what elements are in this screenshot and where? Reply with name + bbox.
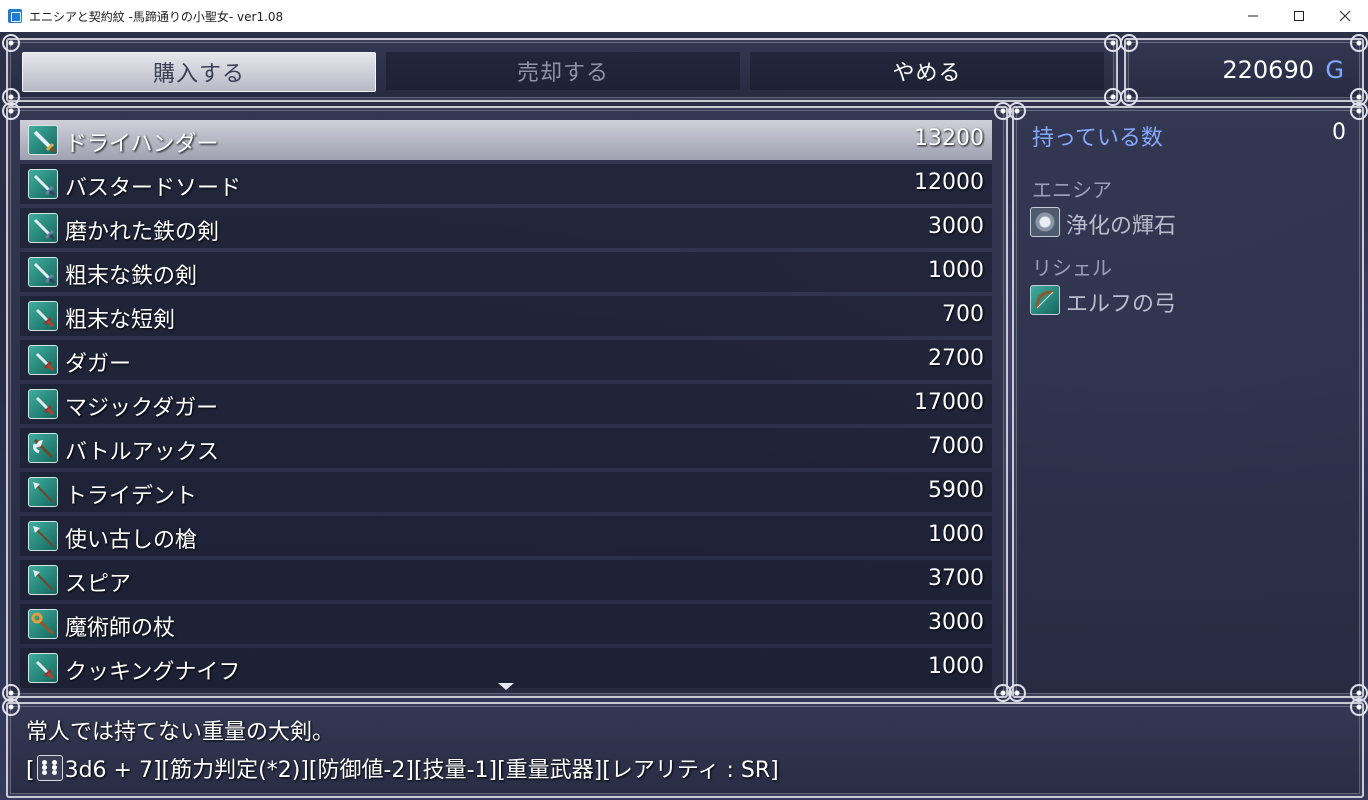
shop-item-row[interactable]: 磨かれた鉄の剣 3000 xyxy=(20,208,992,248)
close-button[interactable] xyxy=(1322,0,1368,32)
item-name: スピア xyxy=(65,572,132,597)
item-price: 1000 xyxy=(928,654,984,679)
item-name: 磨かれた鉄の剣 xyxy=(65,220,220,245)
game-screen: 購入する 売却する やめる 220690 G ドライハンダー 13200 バスタード… xyxy=(0,32,1368,800)
item-name: 粗末な短剣 xyxy=(65,308,176,333)
item-stats: [3d6 + 7][筋力判定(*2)][防御値-2][技量-1][重量武器][レ… xyxy=(26,752,779,784)
item-name: ダガー xyxy=(65,352,132,377)
character-name: リシェル xyxy=(1032,256,1112,280)
dagger-icon xyxy=(28,345,58,375)
item-name: 粗末な鉄の剣 xyxy=(65,264,198,289)
owned-count-value: 0 xyxy=(1332,120,1346,145)
item-price: 3700 xyxy=(928,566,984,591)
gold-amount: 220690 xyxy=(1222,56,1314,84)
shop-command-window: 購入する 売却する やめる xyxy=(2,34,1122,106)
spear-icon xyxy=(28,565,58,595)
frame-ornament xyxy=(1008,684,1026,702)
help-window: 常人では持てない重量の大剣。 [3d6 + 7][筋力判定(*2)][防御値-2… xyxy=(2,698,1368,798)
frame-ornament xyxy=(2,102,20,120)
item-price: 5900 xyxy=(928,478,984,503)
item-price: 3000 xyxy=(928,214,984,239)
item-price: 17000 xyxy=(914,390,984,415)
title-bar: エニシアと契約紋 -馬蹄通りの小聖女- ver1.08 xyxy=(0,0,1368,33)
shop-item-row[interactable]: 粗末な短剣 700 xyxy=(20,296,992,336)
item-price: 7000 xyxy=(928,434,984,459)
item-price: 2700 xyxy=(928,346,984,371)
maximize-button[interactable] xyxy=(1276,0,1322,32)
sell-button[interactable]: 売却する xyxy=(386,52,740,90)
frame-ornament xyxy=(1350,34,1368,52)
gold-unit: G xyxy=(1325,56,1344,84)
item-price: 12000 xyxy=(914,170,984,195)
status-window: 持っている数 0 エニシア 浄化の輝石 リシェル エルフの弓 xyxy=(1008,102,1368,702)
spear-icon xyxy=(28,477,58,507)
item-price: 1000 xyxy=(928,522,984,547)
item-list-window: ドライハンダー 13200 バスタードソード 12000 磨かれた鉄の剣 3000 粗末な鉄… xyxy=(2,102,1012,702)
item-price: 13200 xyxy=(914,126,984,151)
dagger-icon xyxy=(28,653,58,683)
item-name: クッキングナイフ xyxy=(65,660,241,685)
dagger-icon xyxy=(28,389,58,419)
minimize-button[interactable] xyxy=(1230,0,1276,32)
item-name: マジックダガー xyxy=(65,396,219,421)
dagger-icon xyxy=(28,301,58,331)
sword-icon xyxy=(28,257,58,287)
equipment-name: エルフの弓 xyxy=(1066,292,1177,317)
frame-ornament xyxy=(1008,102,1026,120)
shop-item-row[interactable]: 粗末な鉄の剣 1000 xyxy=(20,252,992,292)
frame-ornament xyxy=(2,34,20,52)
cancel-button[interactable]: やめる xyxy=(750,52,1104,90)
gem-icon xyxy=(1030,207,1060,237)
item-price: 1000 xyxy=(928,258,984,283)
item-name: バトルアックス xyxy=(65,440,220,465)
frame-ornament xyxy=(1120,88,1138,106)
character-name: エニシア xyxy=(1032,178,1112,202)
shop-item-row[interactable]: ダガー 2700 xyxy=(20,340,992,380)
frame-ornament xyxy=(1350,698,1368,716)
equipment-name: 浄化の輝石 xyxy=(1066,214,1177,239)
dice-icon xyxy=(36,755,63,781)
app-icon xyxy=(8,9,22,23)
axe-icon xyxy=(28,433,58,463)
shop-item-row[interactable]: 使い古しの槍 1000 xyxy=(20,516,992,556)
greatsword-icon xyxy=(28,125,58,155)
window-title: エニシアと契約紋 -馬蹄通りの小聖女- ver1.08 xyxy=(29,10,284,24)
item-price: 700 xyxy=(942,302,984,327)
close-icon xyxy=(1339,10,1351,22)
shop-item-row[interactable]: ドライハンダー 13200 xyxy=(20,120,992,160)
maximize-icon xyxy=(1294,11,1304,21)
sword-icon xyxy=(28,213,58,243)
minimize-icon xyxy=(1248,15,1258,17)
staff-icon xyxy=(28,609,58,639)
item-price: 3000 xyxy=(928,610,984,635)
item-name: 魔術師の杖 xyxy=(65,616,176,641)
frame-ornament xyxy=(2,698,20,716)
frame-ornament xyxy=(1350,102,1368,120)
shop-item-row[interactable]: スピア 3700 xyxy=(20,560,992,600)
shop-item-row[interactable]: マジックダガー 17000 xyxy=(20,384,992,424)
sword-icon xyxy=(28,169,58,199)
item-description: 常人では持てない重量の大剣。 xyxy=(26,720,335,745)
shop-item-row[interactable]: 魔術師の杖 3000 xyxy=(20,604,992,644)
frame-ornament xyxy=(1120,34,1138,52)
shop-item-row[interactable]: バスタードソード 12000 xyxy=(20,164,992,204)
item-name: トライデント xyxy=(65,484,198,509)
owned-count-label: 持っている数 xyxy=(1032,126,1163,151)
buy-button[interactable]: 購入する xyxy=(22,52,376,92)
gold-window: 220690 G xyxy=(1120,34,1368,106)
shop-item-row[interactable]: バトルアックス 7000 xyxy=(20,428,992,468)
scroll-down-arrow-icon[interactable] xyxy=(498,683,514,690)
shop-item-row[interactable]: クッキングナイフ 1000 xyxy=(20,648,992,688)
spear-icon xyxy=(28,521,58,551)
shop-item-row[interactable]: トライデント 5900 xyxy=(20,472,992,512)
bow-icon xyxy=(1030,285,1060,315)
item-name: ドライハンダー xyxy=(65,132,219,157)
item-name: 使い古しの槍 xyxy=(65,528,198,553)
item-name: バスタードソード xyxy=(65,176,242,201)
